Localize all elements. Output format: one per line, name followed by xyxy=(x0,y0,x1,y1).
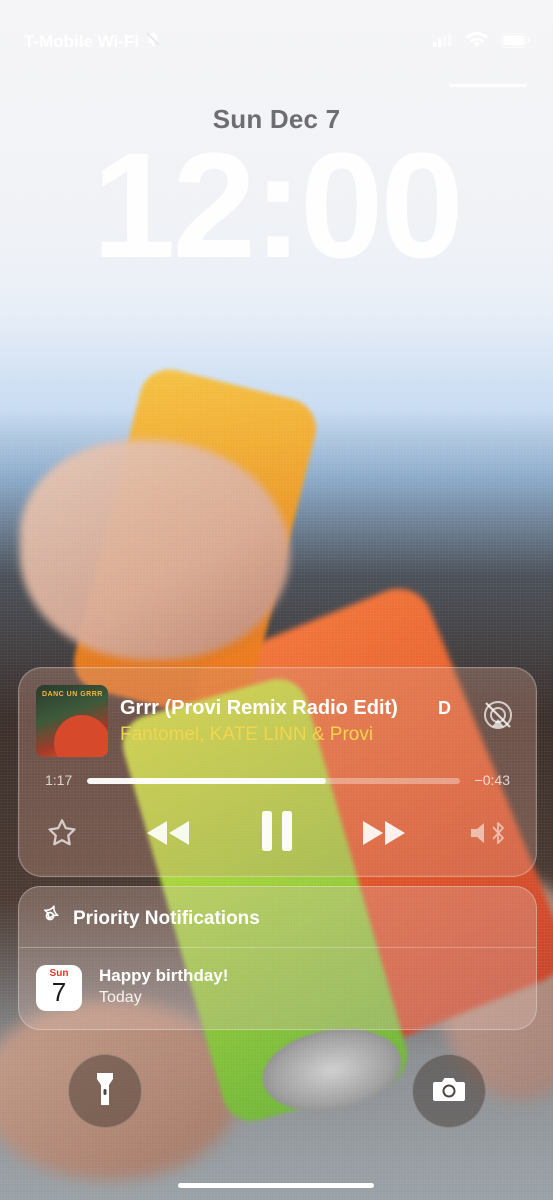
carrier-text: T-Mobile Wi-Fi xyxy=(24,31,140,51)
calendar-icon: Sun 7 xyxy=(36,965,82,1011)
carrier-label: T-Mobile Wi-Fi xyxy=(24,31,161,52)
bell-slash-icon xyxy=(145,31,161,52)
divider xyxy=(19,947,536,948)
flashlight-icon xyxy=(94,1071,116,1112)
status-icons xyxy=(433,32,531,53)
home-indicator[interactable] xyxy=(178,1183,374,1188)
star-icon[interactable] xyxy=(45,816,79,850)
priority-notifications-group[interactable]: Priority Notifications Sun 7 Happy birth… xyxy=(18,886,537,1030)
now-playing-widget[interactable]: DANC UN GRRR Grrr (Provi Remix Radio Edi… xyxy=(18,667,537,877)
lock-time: 12:00 xyxy=(92,121,464,289)
album-artwork-text: DANC UN GRRR xyxy=(42,691,103,698)
flashlight-button[interactable] xyxy=(68,1054,142,1128)
elapsed-time: 1:17 xyxy=(45,772,73,788)
signal-icon xyxy=(433,33,453,52)
battery-icon xyxy=(501,32,531,53)
output-device-label[interactable]: D xyxy=(438,698,451,719)
calendar-icon-date: 7 xyxy=(51,977,67,1007)
fast-forward-icon[interactable] xyxy=(359,818,407,848)
status-bar: T-Mobile Wi-Fi xyxy=(0,28,553,87)
album-artwork[interactable]: DANC UN GRRR xyxy=(36,685,108,757)
playback-progress-fill xyxy=(87,778,326,784)
notification-message[interactable]: Happy birthday! xyxy=(99,966,228,986)
remaining-time: −0:43 xyxy=(474,772,510,788)
pause-icon[interactable] xyxy=(259,809,295,853)
notification-subtitle: Today xyxy=(99,989,142,1006)
camera-button[interactable] xyxy=(412,1054,486,1128)
airplay-off-icon[interactable] xyxy=(481,698,515,737)
sparkle-icon xyxy=(37,903,63,934)
wifi-icon xyxy=(465,32,489,53)
control-center-hint[interactable] xyxy=(449,84,527,87)
priority-notifications-header: Priority Notifications xyxy=(37,903,260,934)
album-artwork-sun xyxy=(54,715,108,757)
priority-notifications-title: Priority Notifications xyxy=(73,907,260,929)
camera-icon xyxy=(432,1076,466,1107)
song-artist: Fantomel, KATE LINN & Provi xyxy=(120,724,374,745)
volume-bluetooth-icon[interactable] xyxy=(469,818,509,848)
playback-scrubber[interactable] xyxy=(87,778,460,784)
song-title: Grrr (Provi Remix Radio Edit) xyxy=(120,697,398,719)
rewind-icon[interactable] xyxy=(145,818,193,848)
